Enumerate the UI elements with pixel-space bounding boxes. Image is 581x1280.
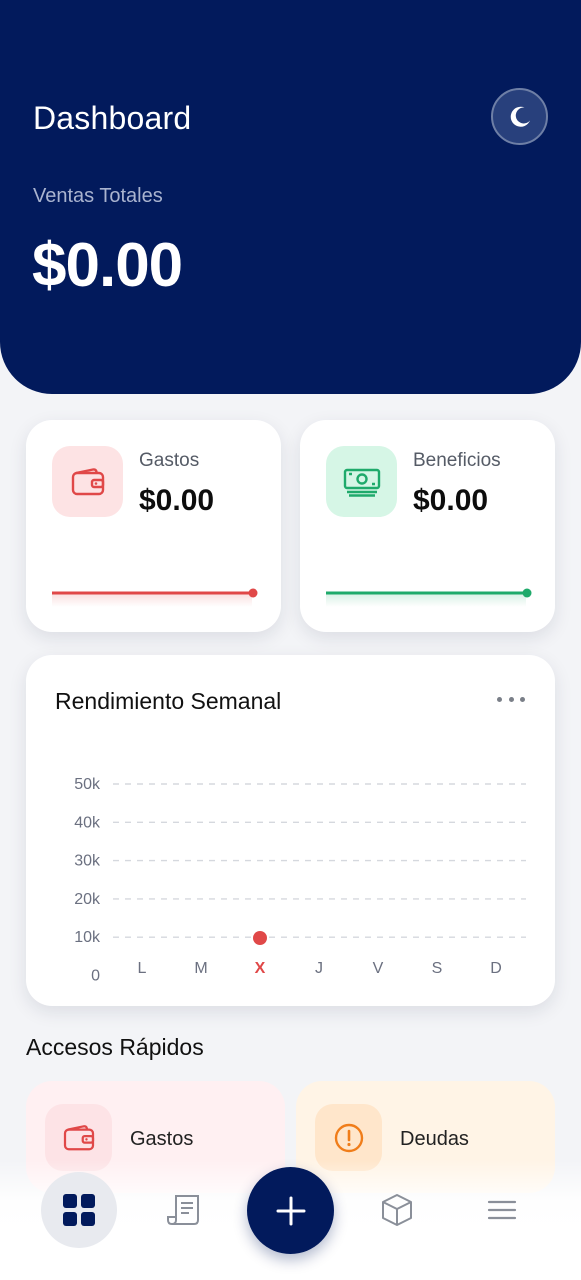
y-tick-label: 50k <box>74 776 101 793</box>
profits-icon-tile <box>326 446 397 517</box>
y-tick-label: 20k <box>74 891 101 908</box>
weekly-performance-chart: 50k 40k 30k 20k 10k 0 L M X J V S D <box>74 776 526 985</box>
x-tick-label: L <box>138 960 147 977</box>
profits-label: Beneficios <box>413 450 501 471</box>
y-tick-label: 0 <box>91 968 100 985</box>
alert-circle-icon <box>334 1123 363 1152</box>
moon-icon <box>510 106 530 127</box>
nav-add-button[interactable] <box>247 1167 334 1254</box>
money-icon <box>343 468 380 497</box>
quick-access-expenses-label: Gastos <box>130 1128 194 1150</box>
y-tick-label: 30k <box>74 853 101 870</box>
nav-inventory-button[interactable] <box>377 1190 417 1230</box>
expenses-value: $0.00 <box>139 484 215 517</box>
x-tick-label: M <box>194 960 207 977</box>
theme-toggle-button[interactable] <box>491 88 548 145</box>
plus-icon <box>276 1196 305 1225</box>
receipt-icon <box>167 1195 199 1225</box>
highlight-point <box>253 931 267 945</box>
x-tick-label: V <box>373 960 384 977</box>
wallet-icon <box>63 1124 94 1150</box>
weekly-performance-card: Rendimiento Semanal 50k 40k 30k 20k 10k 0 L M X J… <box>26 655 555 1006</box>
x-tick-label: D <box>490 960 502 977</box>
y-tick-label: 40k <box>74 814 101 831</box>
nav-dashboard-button[interactable] <box>41 1172 117 1248</box>
nav-menu-button[interactable] <box>484 1192 520 1228</box>
expenses-label: Gastos <box>139 450 200 471</box>
menu-icon <box>487 1200 517 1220</box>
expenses-sparkline <box>52 588 258 607</box>
box-icon <box>382 1194 412 1226</box>
y-tick-label: 10k <box>74 929 101 946</box>
quick-access-debts-label: Deudas <box>400 1128 469 1150</box>
grid-icon <box>63 1194 95 1226</box>
wallet-icon <box>71 467 104 495</box>
quick-access-title: Accesos Rápidos <box>26 1034 204 1060</box>
expenses-icon-tile <box>52 446 123 517</box>
profits-value: $0.00 <box>413 484 489 517</box>
nav-receipts-button[interactable] <box>162 1190 206 1230</box>
total-sales-label: Ventas Totales <box>33 185 163 207</box>
page-title: Dashboard <box>33 100 192 136</box>
x-tick-label: X <box>255 960 266 977</box>
x-tick-label: J <box>315 960 323 977</box>
x-tick-label: S <box>432 960 443 977</box>
dashboard-header: Dashboard Ventas Totales $0.00 <box>0 0 581 394</box>
profits-sparkline <box>326 588 532 607</box>
total-sales-value: $0.00 <box>32 231 183 300</box>
